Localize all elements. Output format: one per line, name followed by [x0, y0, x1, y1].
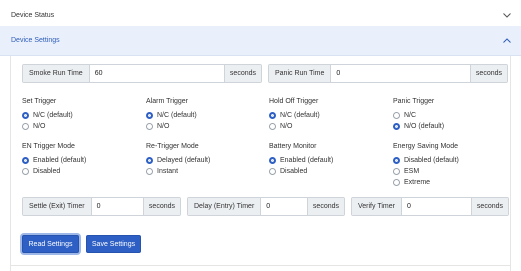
read-settings-button[interactable]: Read Settings	[22, 235, 79, 253]
battery-monitor-option-enabled[interactable]: Enabled (default)	[269, 157, 333, 164]
option-label: Disabled (default)	[404, 157, 459, 164]
radio-icon	[393, 179, 400, 186]
radio-icon	[393, 168, 400, 175]
settle-timer-group: Settle (Exit) Timer 0 seconds	[22, 197, 181, 216]
option-label: N/O (default)	[404, 123, 445, 130]
chevron-up-icon[interactable]	[502, 36, 512, 46]
set-trigger-option-no[interactable]: N/O	[22, 123, 45, 130]
re-trigger-mode-title: Re-Trigger Mode	[146, 143, 199, 150]
en-trigger-mode-option-enabled[interactable]: Enabled (default)	[22, 157, 86, 164]
radio-icon	[146, 168, 153, 175]
radio-icon	[269, 168, 276, 175]
panic-run-time-input[interactable]: 0	[331, 65, 470, 82]
verify-timer-label: Verify Timer	[352, 198, 402, 215]
verify-timer-unit: seconds	[470, 198, 508, 215]
radio-selected-icon	[146, 157, 153, 164]
en-trigger-mode-title: EN Trigger Mode	[22, 143, 75, 150]
option-label: Extreme	[404, 179, 431, 186]
en-trigger-mode-option-disabled[interactable]: Disabled	[22, 168, 60, 175]
verify-timer-group: Verify Timer 0 seconds	[351, 197, 509, 216]
alarm-trigger-option-nc[interactable]: N/C (default)	[146, 112, 197, 119]
option-label: N/C (default)	[157, 112, 197, 119]
radio-icon	[393, 112, 400, 119]
radio-selected-icon	[146, 112, 153, 119]
battery-monitor-option-disabled[interactable]: Disabled	[269, 168, 307, 175]
panic-trigger-option-nc[interactable]: N/C	[393, 112, 416, 119]
radio-selected-icon	[22, 157, 29, 164]
option-label: N/C (default)	[33, 112, 73, 119]
option-label: N/O	[33, 123, 46, 130]
set-trigger-option-nc[interactable]: N/C (default)	[22, 112, 73, 119]
hold-off-trigger-option-no[interactable]: N/O	[269, 123, 292, 130]
device-status-title: Device Status	[11, 11, 55, 19]
re-trigger-mode-option-instant[interactable]: Instant	[146, 168, 178, 175]
energy-saving-mode-title: Energy Saving Mode	[393, 143, 458, 150]
panic-trigger-title: Panic Trigger	[393, 98, 435, 105]
radio-selected-icon	[393, 123, 400, 130]
panic-run-time-unit: seconds	[469, 65, 507, 82]
energy-saving-mode-option-disabled[interactable]: Disabled (default)	[393, 157, 459, 164]
divider	[10, 265, 511, 266]
settle-timer-label: Settle (Exit) Timer	[23, 198, 92, 215]
radio-icon	[146, 123, 153, 130]
radio-selected-icon	[269, 112, 276, 119]
energy-saving-mode-option-extreme[interactable]: Extreme	[393, 179, 430, 186]
verify-timer-input[interactable]: 0	[402, 198, 471, 215]
re-trigger-mode-option-delayed[interactable]: Delayed (default)	[146, 157, 210, 164]
option-label: N/O	[280, 123, 293, 130]
option-label: N/O	[157, 123, 170, 130]
delay-timer-group: Delay (Entry) Timer 0 seconds	[187, 197, 345, 216]
option-label: Delayed (default)	[157, 157, 211, 164]
panic-trigger-option-no[interactable]: N/O (default)	[393, 123, 444, 130]
smoke-run-time-group: Smoke Run Time 60 seconds	[22, 64, 262, 83]
set-trigger-title: Set Trigger	[22, 98, 57, 105]
panic-run-time-group: Panic Run Time 0 seconds	[268, 64, 508, 83]
option-label: Instant	[157, 168, 179, 175]
radio-icon	[22, 168, 29, 175]
device-settings-title: Device Settings	[11, 37, 60, 44]
smoke-run-time-unit: seconds	[223, 65, 261, 82]
option-label: Disabled	[33, 168, 61, 175]
option-label: Disabled	[280, 168, 308, 175]
smoke-run-time-input[interactable]: 60	[90, 65, 224, 82]
chevron-down-icon[interactable]	[502, 10, 512, 20]
settle-timer-unit: seconds	[142, 198, 180, 215]
battery-monitor-title: Battery Monitor	[269, 143, 317, 150]
radio-icon	[269, 123, 276, 130]
radio-selected-icon	[22, 112, 29, 119]
option-label: N/C	[404, 112, 417, 119]
settle-timer-input[interactable]: 0	[92, 198, 143, 215]
hold-off-trigger-option-nc[interactable]: N/C (default)	[269, 112, 320, 119]
panic-run-time-label: Panic Run Time	[269, 65, 332, 82]
option-label: ESM	[404, 168, 420, 175]
save-settings-button[interactable]: Save Settings	[86, 235, 141, 253]
radio-selected-icon	[393, 157, 400, 164]
delay-timer-unit: seconds	[306, 198, 344, 215]
option-label: Enabled (default)	[33, 157, 87, 164]
smoke-run-time-label: Smoke Run Time	[23, 65, 90, 82]
alarm-trigger-title: Alarm Trigger	[146, 98, 189, 105]
option-label: N/C (default)	[280, 112, 320, 119]
hold-off-trigger-title: Hold Off Trigger	[269, 98, 319, 105]
radio-selected-icon	[269, 157, 276, 164]
energy-saving-mode-option-esm[interactable]: ESM	[393, 168, 419, 175]
option-label: Enabled (default)	[280, 157, 334, 164]
delay-timer-input[interactable]: 0	[261, 198, 307, 215]
device-settings-header[interactable]: Device Settings	[0, 26, 521, 56]
radio-icon	[22, 123, 29, 130]
delay-timer-label: Delay (Entry) Timer	[188, 198, 262, 215]
alarm-trigger-option-no[interactable]: N/O	[146, 123, 169, 130]
